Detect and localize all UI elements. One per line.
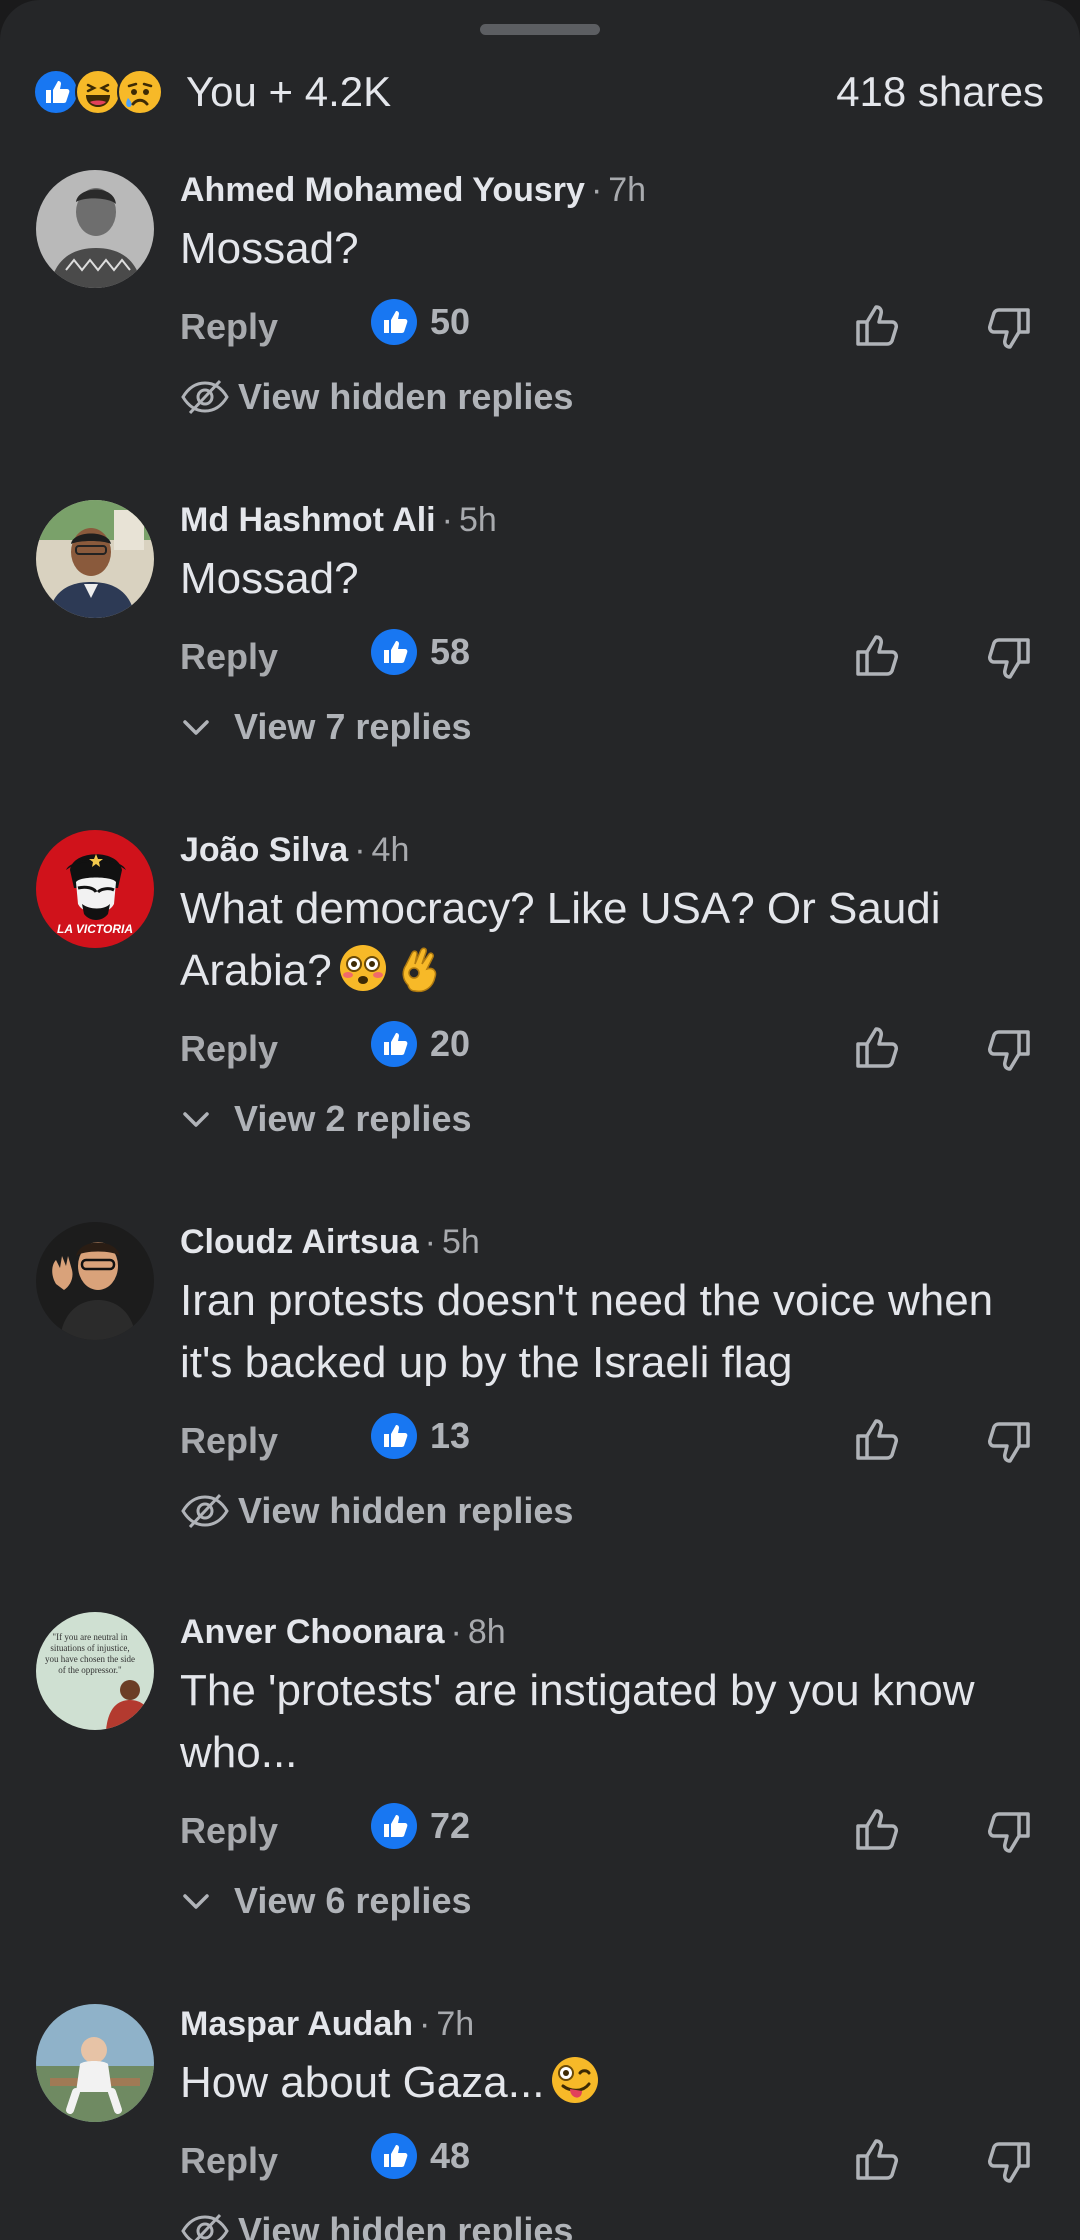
- like-badge-icon: [371, 1413, 417, 1459]
- haha-reaction-icon: [75, 69, 121, 115]
- thumbs-up-icon[interactable]: [850, 1020, 904, 1074]
- reply-button[interactable]: Reply: [180, 2140, 278, 2182]
- comment-text: Mossad?: [180, 554, 359, 603]
- view-hidden-replies[interactable]: View hidden replies: [180, 1486, 1044, 1536]
- thumbs-up-icon[interactable]: [850, 628, 904, 682]
- like-count-value: 20: [430, 1023, 471, 1064]
- avatar-image: [36, 170, 154, 288]
- like-count[interactable]: 13: [370, 1412, 470, 1460]
- reaction-icons: [32, 68, 163, 116]
- thread-label: View hidden replies: [238, 2210, 574, 2240]
- view-replies[interactable]: View 6 replies: [180, 1876, 1044, 1926]
- reaction-summary[interactable]: You + 4.2K: [32, 68, 391, 116]
- avatar[interactable]: [36, 1222, 154, 1340]
- hidden-eye-icon: [181, 379, 229, 415]
- avatar[interactable]: [36, 500, 154, 618]
- reaction-total: You + 4.2K: [186, 68, 392, 115]
- reaction-summary-bar: You + 4.2K 418 shares: [32, 62, 1044, 122]
- comment-time[interactable]: 8h: [468, 1613, 506, 1651]
- like-count-value: 72: [430, 1805, 471, 1846]
- reply-button[interactable]: Reply: [180, 306, 278, 348]
- like-badge-icon: [371, 299, 417, 345]
- avatar[interactable]: [36, 170, 154, 288]
- thumbs-up-icon[interactable]: [850, 2132, 904, 2186]
- comments-sheet: You + 4.2K 418 shares Ahmed Mohamed Yous…: [0, 0, 1080, 2240]
- sad-reaction-icon: [117, 69, 163, 115]
- like-count-value: 50: [430, 301, 471, 342]
- thread-label: View hidden replies: [238, 1490, 574, 1531]
- comment-author[interactable]: Cloudz Airtsua: [180, 1223, 419, 1261]
- comment-text: How about Gaza...: [180, 2052, 1044, 2114]
- avatar[interactable]: "If you are neutral in situations of inj…: [36, 1612, 154, 1730]
- view-replies[interactable]: View 7 replies: [180, 702, 1044, 752]
- flushed-face-emoji: [339, 945, 386, 991]
- hidden-eye-icon: [181, 1493, 229, 1529]
- like-badge-icon: [371, 1021, 417, 1067]
- like-badge-icon: [371, 1803, 417, 1849]
- reply-button[interactable]: Reply: [180, 1028, 278, 1070]
- comment-time[interactable]: 7h: [436, 2005, 474, 2043]
- comment-text-content: How about Gaza...: [180, 2058, 545, 2107]
- avatar[interactable]: [36, 2004, 154, 2122]
- view-hidden-replies[interactable]: View hidden replies: [180, 2206, 1044, 2240]
- avatar[interactable]: LA VICTORIA: [36, 830, 154, 948]
- reply-button[interactable]: Reply: [180, 636, 278, 678]
- avatar-quote: "If you are neutral in situations of inj…: [45, 1632, 135, 1675]
- avatar-image: [36, 2004, 154, 2122]
- comment-text-content: What democracy? Like USA? Or Saudi Arabi…: [180, 884, 941, 995]
- thumbs-down-icon[interactable]: [982, 2136, 1036, 2190]
- like-count[interactable]: 48: [370, 2132, 470, 2180]
- thumbs-down-icon[interactable]: [982, 632, 1036, 686]
- thumbs-up-icon[interactable]: [850, 298, 904, 352]
- shares-count[interactable]: 418 shares: [836, 68, 1044, 116]
- comment-author[interactable]: Anver Choonara: [180, 1613, 445, 1651]
- thumbs-up-icon[interactable]: [850, 1412, 904, 1466]
- avatar-image: [36, 1222, 154, 1340]
- like-count-value: 58: [430, 631, 471, 672]
- comment-text: Iran protests doesn't need the voice whe…: [180, 1276, 994, 1387]
- avatar-image: [36, 500, 154, 618]
- thumbs-down-icon[interactable]: [982, 1024, 1036, 1078]
- comment-text: What democracy? Like USA? Or Saudi Arabi…: [180, 878, 1044, 1002]
- chevron-down-icon: [183, 1112, 209, 1127]
- comment-time[interactable]: 4h: [372, 831, 410, 869]
- comment-time[interactable]: 5h: [442, 1223, 480, 1261]
- view-hidden-replies[interactable]: View hidden replies: [180, 372, 1044, 422]
- thumbs-down-icon[interactable]: [982, 1806, 1036, 1860]
- like-badge-icon: [371, 629, 417, 675]
- like-count[interactable]: 50: [370, 298, 470, 346]
- comment-author[interactable]: João Silva: [180, 831, 348, 869]
- comment-text: Mossad?: [180, 224, 359, 273]
- comment-author[interactable]: Ahmed Mohamed Yousry: [180, 171, 585, 209]
- zany-face-emoji: [552, 2057, 599, 2103]
- thumbs-down-icon[interactable]: [982, 302, 1036, 356]
- comment-time[interactable]: 5h: [459, 501, 497, 539]
- like-count[interactable]: 58: [370, 628, 470, 676]
- thumbs-up-icon[interactable]: [850, 1802, 904, 1856]
- ok-hand-emoji: [402, 947, 436, 993]
- thread-label: View 6 replies: [234, 1880, 472, 1921]
- comment-time[interactable]: 7h: [608, 171, 646, 209]
- comment-author[interactable]: Md Hashmot Ali: [180, 501, 436, 539]
- like-count[interactable]: 72: [370, 1802, 470, 1850]
- thumbs-down-icon[interactable]: [982, 1416, 1036, 1470]
- like-count[interactable]: 20: [370, 1020, 470, 1068]
- reply-button[interactable]: Reply: [180, 1420, 278, 1462]
- like-badge-icon: [371, 2133, 417, 2179]
- chevron-down-icon: [183, 720, 209, 735]
- view-replies[interactable]: View 2 replies: [180, 1094, 1044, 1144]
- thread-label: View 2 replies: [234, 1098, 472, 1139]
- comment-author[interactable]: Maspar Audah: [180, 2005, 413, 2043]
- thread-label: View hidden replies: [238, 376, 574, 417]
- chevron-down-icon: [183, 1894, 209, 1909]
- like-count-value: 13: [430, 1415, 471, 1456]
- like-reaction-icon: [33, 69, 79, 115]
- drag-handle[interactable]: [480, 24, 600, 35]
- comment-text: The 'protests' are instigated by you kno…: [180, 1666, 975, 1777]
- thread-label: View 7 replies: [234, 706, 472, 747]
- reply-button[interactable]: Reply: [180, 1810, 278, 1852]
- avatar-caption: LA VICTORIA: [56, 922, 133, 936]
- hidden-eye-icon: [181, 2213, 229, 2240]
- like-count-value: 48: [430, 2135, 471, 2176]
